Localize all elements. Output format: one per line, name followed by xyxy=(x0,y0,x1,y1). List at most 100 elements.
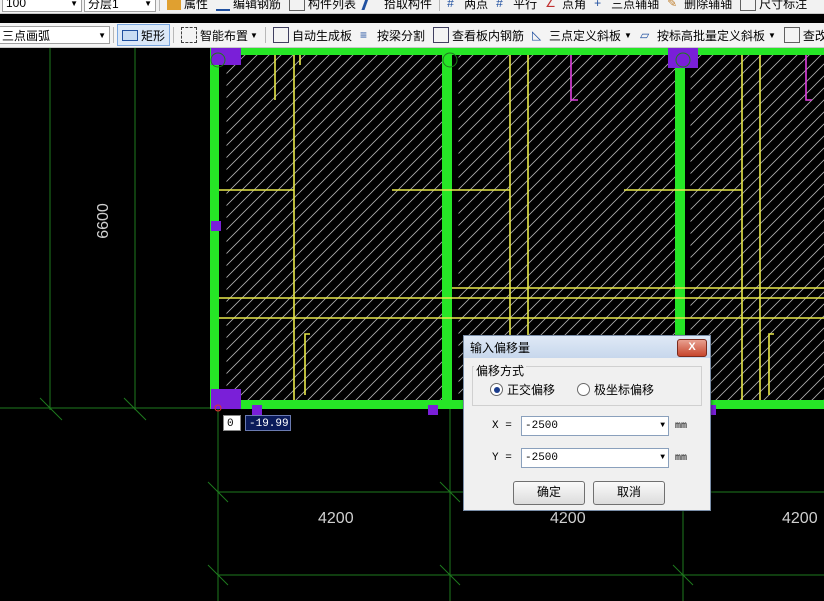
y-offset-combo[interactable]: -2500 ▼ xyxy=(521,448,669,468)
toolbar-draw: 三点画弧 ▼ 矩形 智能布置 ▼ 自动生成板 ≡ 按梁分割 查看板内钢筋 ◺ 三点定义斜… xyxy=(0,23,824,48)
split-icon: ≡ xyxy=(359,28,367,42)
elevation-icon xyxy=(783,27,800,43)
smart-layout-button[interactable]: 智能布置 ▼ xyxy=(177,25,262,45)
pick-component-label: 拾取构件 xyxy=(384,0,433,11)
chevron-down-icon: ▼ xyxy=(624,30,632,40)
x-label: X = xyxy=(492,420,512,432)
view-slab-rebar-label: 查看板内钢筋 xyxy=(451,28,524,43)
drawing-canvas[interactable] xyxy=(0,48,824,601)
two-point-button[interactable]: # 两点 xyxy=(443,0,492,13)
offset-mode-label: 偏移方式 xyxy=(474,362,527,379)
dimension-icon xyxy=(740,0,757,11)
toolbar-separator xyxy=(113,27,114,43)
edit-elevation-button[interactable]: 查改标高 xyxy=(780,25,824,45)
parallel-label: 平行 xyxy=(513,0,538,11)
chevron-down-icon: ▼ xyxy=(144,0,152,8)
delete-axis-label: 删除辅轴 xyxy=(684,0,733,11)
dimension-label: 尺寸标注 xyxy=(759,0,808,11)
radio-unselected-icon xyxy=(577,383,590,396)
split-by-beam-label: 按梁分割 xyxy=(376,28,425,43)
component-list-button[interactable]: 构件列表 xyxy=(285,0,360,13)
close-icon: X xyxy=(688,341,696,353)
layer-value: 分层1 xyxy=(88,0,119,11)
x-unit: mm xyxy=(675,421,688,432)
slope-icon: ◺ xyxy=(532,28,542,42)
edit-elevation-label: 查改标高 xyxy=(802,28,824,43)
radio-orthogonal[interactable]: 正交偏移 xyxy=(490,381,555,398)
pick-icon xyxy=(361,0,384,10)
dialog-title-text: 输入偏移量 xyxy=(470,340,531,355)
scale-value: 100 xyxy=(6,0,27,10)
properties-icon xyxy=(167,0,181,10)
pick-component-button[interactable]: 拾取构件 xyxy=(360,0,436,13)
dimension-button[interactable]: 尺寸标注 xyxy=(736,0,811,13)
toolbar-separator xyxy=(159,0,160,11)
radio-orthogonal-label: 正交偏移 xyxy=(507,383,556,397)
rectangle-button[interactable]: 矩形 xyxy=(117,24,171,46)
chevron-down-icon: ▼ xyxy=(98,30,106,40)
rectangle-icon xyxy=(122,29,138,41)
smart-layout-label: 智能布置 xyxy=(200,28,249,43)
three-point-axis-button[interactable]: + 三点辅轴 xyxy=(590,0,663,13)
cancel-label: 取消 xyxy=(616,485,641,499)
three-point-axis-icon: + xyxy=(594,0,602,10)
dialog-title: 输入偏移量 xyxy=(464,336,710,358)
y-offset-value: -2500 xyxy=(525,452,559,464)
edit-rebar-label: 编辑钢筋 xyxy=(233,0,282,11)
radio-polar-label: 极坐标偏移 xyxy=(594,383,655,397)
split-by-beam-button[interactable]: ≡ 按梁分割 xyxy=(356,25,429,45)
scale-combo[interactable]: 100 ▼ xyxy=(2,0,82,12)
x-offset-combo[interactable]: -2500 ▼ xyxy=(521,416,669,436)
radio-polar[interactable]: 极坐标偏移 xyxy=(577,381,654,398)
layer-combo[interactable]: 分层1 ▼ xyxy=(84,0,156,12)
point-angle-label: 点角 xyxy=(562,0,587,11)
toolbar-separator xyxy=(439,0,441,11)
ok-button[interactable]: 确定 xyxy=(513,481,585,505)
list-icon xyxy=(289,0,306,11)
rectangle-label: 矩形 xyxy=(141,28,166,43)
batch-slope-icon: ▱ xyxy=(639,28,650,42)
view-slab-rebar-button[interactable]: 查看板内钢筋 xyxy=(429,25,528,45)
edit-rebar-icon xyxy=(216,0,231,11)
chevron-down-icon: ▼ xyxy=(70,0,78,8)
point-angle-button[interactable]: ∠ 点角 xyxy=(541,0,590,13)
draw-mode-value: 三点画弧 xyxy=(2,28,51,43)
edit-rebar-button[interactable]: 编辑钢筋 xyxy=(212,0,285,13)
parallel-button[interactable]: # 平行 xyxy=(492,0,541,13)
dimension-bottom-3: 4200 xyxy=(782,510,818,527)
toolbar-separator xyxy=(264,27,266,43)
close-button[interactable]: X xyxy=(677,339,707,357)
three-point-slope-button[interactable]: ◺ 三点定义斜板 ▼ xyxy=(528,25,636,45)
delete-axis-button[interactable]: ✎ 删除辅轴 xyxy=(663,0,736,13)
ok-label: 确定 xyxy=(536,485,561,499)
chevron-down-icon: ▼ xyxy=(767,30,776,40)
draw-mode-combo[interactable]: 三点画弧 ▼ xyxy=(0,26,110,44)
batch-slope-button[interactable]: ▱ 按标高批量定义斜板 ▼ xyxy=(636,25,780,45)
point-angle-icon: ∠ xyxy=(545,0,556,10)
view-rebar-icon xyxy=(432,27,449,43)
batch-slope-label: 按标高批量定义斜板 xyxy=(656,28,765,43)
two-point-label: 两点 xyxy=(464,0,489,11)
dimension-bottom-2: 4200 xyxy=(550,510,586,527)
two-point-icon: # xyxy=(447,0,454,10)
dimension-bottom-1: 4200 xyxy=(318,510,354,527)
chevron-down-icon: ▼ xyxy=(660,453,665,462)
auto-generate-slab-label: 自动生成板 xyxy=(291,28,352,43)
y-unit: mm xyxy=(675,453,688,464)
y-label: Y = xyxy=(492,452,512,464)
radio-selected-icon xyxy=(490,383,503,396)
toolbar-top: 100 ▼ 分层1 ▼ 属性 编辑钢筋 构件列表 拾取构件 # 两点 # 平行 ∠ 点角 … xyxy=(0,0,824,14)
chevron-down-icon: ▼ xyxy=(250,30,258,40)
auto-generate-slab-button[interactable]: 自动生成板 xyxy=(269,25,356,45)
coord-input[interactable]: 0 xyxy=(223,415,241,431)
coord-readout: -19.99 xyxy=(245,415,291,431)
properties-button[interactable]: 属性 xyxy=(163,0,212,13)
smart-layout-icon xyxy=(181,27,198,43)
dimension-vertical: 6600 xyxy=(94,203,112,239)
offset-dialog: 输入偏移量 X 偏移方式 正交偏移 极坐标偏移 X = -2500 ▼ mm Y … xyxy=(463,335,711,511)
toolbar-separator xyxy=(173,27,175,43)
cancel-button[interactable]: 取消 xyxy=(593,481,665,505)
grid-icon xyxy=(272,27,289,43)
chevron-down-icon: ▼ xyxy=(660,421,665,430)
x-offset-value: -2500 xyxy=(525,420,559,432)
